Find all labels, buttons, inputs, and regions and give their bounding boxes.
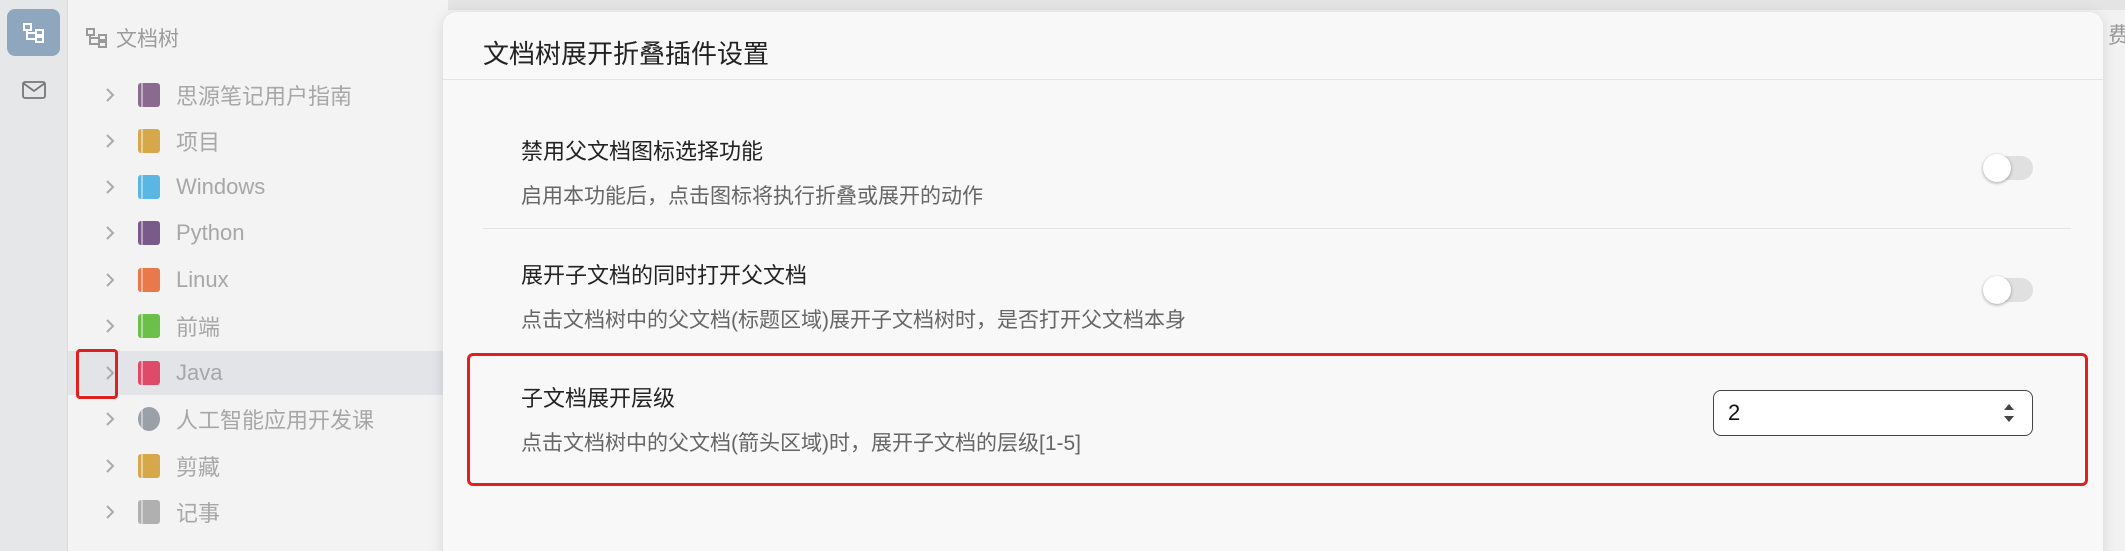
- tree-item[interactable]: Windows: [68, 165, 448, 209]
- doctree-icon: [86, 28, 107, 48]
- tree-item[interactable]: 项目: [68, 119, 448, 163]
- chevron-right-icon[interactable]: [90, 87, 130, 103]
- chevron-right-icon[interactable]: [90, 504, 130, 520]
- tree-item-label: 前端: [176, 315, 221, 340]
- tree-item-label: Java: [176, 360, 223, 385]
- tree-item-label: Linux: [176, 267, 229, 292]
- inbox-icon[interactable]: [7, 66, 60, 113]
- book-icon[interactable]: [138, 268, 160, 292]
- setting-desc: 点击文档树中的父文档(标题区域)展开子文档树时，是否打开父文档本身: [521, 309, 1186, 332]
- setting-disable-icon-select: 禁用父文档图标选择功能 启用本功能后，点击图标将执行折叠或展开的动作: [521, 134, 983, 210]
- toggle-switch[interactable]: [1983, 276, 2033, 304]
- folder-icon[interactable]: [138, 129, 160, 153]
- robot-icon[interactable]: [138, 407, 160, 431]
- doc-tree-header: 文档树: [86, 22, 179, 54]
- tree-item[interactable]: 人工智能应用开发课: [68, 397, 448, 441]
- tree-item[interactable]: 前端: [68, 304, 448, 348]
- tree-item[interactable]: 思源笔记用户指南: [68, 73, 448, 117]
- tree-item[interactable]: 记事: [68, 490, 448, 534]
- book-icon[interactable]: [138, 83, 160, 107]
- doc-tree-title: 文档树: [116, 28, 179, 51]
- setting-open-parent-doc: 展开子文档的同时打开父文档 点击文档树中的父文档(标题区域)展开子文档树时，是否…: [521, 258, 1186, 334]
- chevron-right-icon[interactable]: [90, 272, 130, 288]
- tree-item-label: Python: [176, 220, 245, 245]
- divider: [443, 79, 2103, 80]
- doc-tree-panel: 文档树 思源笔记用户指南 项目 Windows Python Linux 前端 …: [68, 0, 448, 551]
- highlight-box-setting: [467, 353, 2088, 486]
- doctree-icon[interactable]: [7, 9, 60, 56]
- book-icon[interactable]: [138, 175, 160, 199]
- highlight-box-arrow: [76, 349, 118, 399]
- divider: [483, 228, 2071, 229]
- dialog-title: 文档树展开折叠插件设置: [483, 39, 770, 69]
- chevron-right-icon[interactable]: [90, 411, 130, 427]
- memo-icon[interactable]: [138, 500, 160, 524]
- folder-icon[interactable]: [138, 454, 160, 478]
- icon-rail: [0, 0, 68, 551]
- tree-item[interactable]: Python: [68, 211, 448, 255]
- book-icon[interactable]: [138, 221, 160, 245]
- setting-title: 禁用父文档图标选择功能: [521, 139, 764, 164]
- chevron-right-icon[interactable]: [90, 458, 130, 474]
- toggle-switch[interactable]: [1983, 154, 2033, 182]
- tree-item-label: 剪藏: [176, 455, 221, 480]
- book-icon[interactable]: [138, 314, 160, 338]
- tree-item-label: 人工智能应用开发课: [176, 408, 375, 433]
- tree-item[interactable]: 剪藏: [68, 444, 448, 488]
- chevron-right-icon[interactable]: [90, 133, 130, 149]
- tree-item-label: 思源笔记用户指南: [176, 84, 353, 109]
- tree-item-label: 项目: [176, 130, 221, 155]
- book-icon[interactable]: [138, 361, 160, 385]
- tree-item[interactable]: Linux: [68, 258, 448, 302]
- tree-item-label: Windows: [176, 174, 266, 199]
- setting-desc: 启用本功能后，点击图标将执行折叠或展开的动作: [521, 185, 983, 208]
- setting-title: 展开子文档的同时打开父文档: [521, 263, 808, 288]
- tree-item[interactable]: Java: [68, 351, 448, 395]
- chevron-right-icon[interactable]: [90, 179, 130, 195]
- tree-item-label: 记事: [176, 501, 221, 526]
- chevron-right-icon[interactable]: [90, 318, 130, 334]
- chevron-right-icon[interactable]: [90, 225, 130, 241]
- corner-text: 费: [2108, 23, 2125, 48]
